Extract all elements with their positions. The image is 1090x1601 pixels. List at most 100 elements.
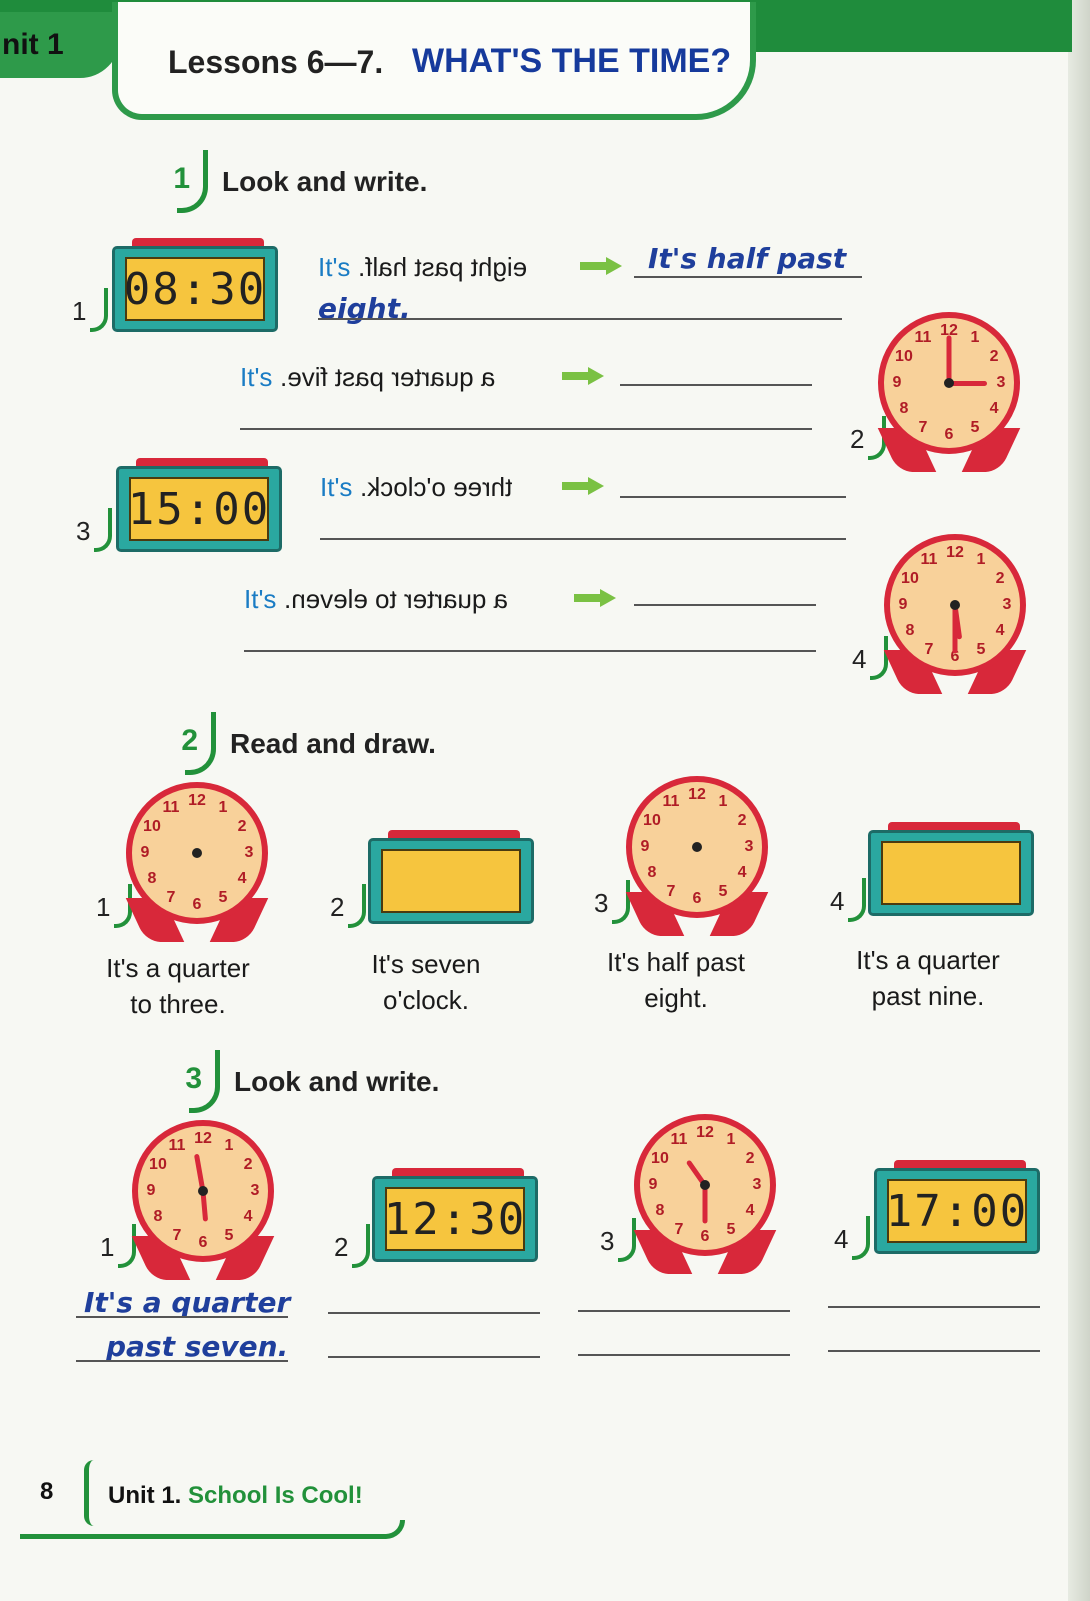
bracket-hook-icon xyxy=(848,878,866,922)
answer-line xyxy=(578,1354,790,1356)
clock-screen: 08:30 xyxy=(123,257,267,321)
analog-clock: 12 1 2 3 4 5 6 7 8 9 10 11 xyxy=(880,534,1030,694)
clock-center-pin xyxy=(944,378,954,388)
clock-hand xyxy=(949,381,987,386)
clock-numeral: 5 xyxy=(218,889,228,907)
exercise-instruction: Look and write. xyxy=(222,166,428,197)
clock-body: 17:00 xyxy=(874,1168,1040,1254)
answer-line xyxy=(620,496,846,498)
clock-numeral: 7 xyxy=(918,419,928,437)
analog-clock: 12 1 2 3 4 5 6 7 8 9 10 11 xyxy=(622,776,772,936)
clock-display: 08:30 xyxy=(123,263,267,315)
clock-numeral: 3 xyxy=(752,1176,762,1193)
arrow-icon xyxy=(562,477,606,495)
bracket-hook-icon xyxy=(189,1050,220,1113)
answer-line xyxy=(634,604,816,606)
analog-clock: 12 1 2 3 4 5 6 7 8 9 10 11 xyxy=(630,1114,780,1274)
answer-line xyxy=(328,1312,540,1314)
digital-clock-blank xyxy=(868,822,1040,916)
exercise-number: 3 xyxy=(162,1050,220,1113)
written-answer: It's half past xyxy=(648,242,847,275)
ex1-prompt-1: It's eight past half. xyxy=(318,252,527,283)
ex1-prompt-2: It's a quarter past five. xyxy=(240,362,495,393)
clock-numeral: 6 xyxy=(198,1234,208,1251)
written-answer: It's a quarter xyxy=(84,1286,291,1319)
clock-numeral: 8 xyxy=(153,1208,163,1225)
clock-body xyxy=(868,830,1034,916)
answer-line xyxy=(320,538,846,540)
clock-numeral: 1 xyxy=(726,1130,736,1148)
clock-center-pin xyxy=(192,848,202,858)
clock-numeral: 8 xyxy=(647,864,657,881)
clock-numeral: 1 xyxy=(718,792,728,810)
item-number-text: 1 xyxy=(72,296,87,326)
footer-unit: Unit 1. School Is Cool! xyxy=(108,1482,363,1510)
clock-numeral: 3 xyxy=(244,844,254,861)
clock-numeral: 9 xyxy=(892,374,902,391)
answer-line xyxy=(76,1316,288,1318)
exercise-1-heading: 1 Look and write. xyxy=(150,150,428,213)
clock-screen xyxy=(381,849,521,913)
clock-numeral: 2 xyxy=(995,570,1005,587)
item-number: 4 xyxy=(826,878,866,922)
clock-numeral: 8 xyxy=(899,400,909,417)
analog-clock: 12 1 2 3 4 5 6 7 8 9 10 11 xyxy=(122,782,272,942)
footer-unit-title: School Is Cool! xyxy=(188,1482,363,1509)
clock-face: 12 1 2 3 4 5 6 7 8 9 10 11 xyxy=(126,782,268,924)
item-number: 1 xyxy=(68,288,108,332)
clock-numeral: 11 xyxy=(920,550,938,568)
clock-numeral: 7 xyxy=(166,889,176,907)
its-word: It's xyxy=(240,362,273,392)
clock-numeral: 6 xyxy=(944,426,954,443)
clock-numeral: 7 xyxy=(924,641,934,659)
caption: It's seven o'clock. xyxy=(326,946,526,1018)
clock-numeral: 11 xyxy=(168,1136,186,1154)
clock-center-pin xyxy=(198,1186,208,1196)
page-edge xyxy=(1068,0,1090,1601)
caption: It's a quarter to three. xyxy=(78,950,278,1022)
caption-line: It's a quarter xyxy=(106,953,250,983)
clock-numeral: 12 xyxy=(194,1130,212,1147)
clock-hand xyxy=(702,1185,708,1224)
clock-face: 12 1 2 3 4 5 6 7 8 9 10 11 xyxy=(634,1114,776,1256)
answer-line xyxy=(828,1350,1040,1352)
arrow-icon xyxy=(562,367,606,385)
clock-numeral: 3 xyxy=(1002,596,1012,613)
clock-display: 15:00 xyxy=(127,483,271,535)
clock-numeral: 7 xyxy=(674,1221,684,1239)
clock-numeral: 2 xyxy=(737,812,747,829)
lessons-label: Lessons 6—7. xyxy=(168,44,384,80)
exercise-instruction: Look and write. xyxy=(234,1066,440,1097)
clock-numeral: 12 xyxy=(188,792,206,809)
clock-numeral: 6 xyxy=(192,896,202,913)
clock-numeral: 10 xyxy=(895,348,913,365)
clock-screen: 15:00 xyxy=(127,477,271,541)
clock-numeral: 2 xyxy=(237,818,247,835)
clock-numeral: 4 xyxy=(237,870,247,887)
clock-display: 17:00 xyxy=(885,1185,1029,1237)
mirrored-text: a quarter to eleven. xyxy=(283,584,508,614)
clock-numeral: 5 xyxy=(976,641,986,659)
item-number-text: 3 xyxy=(76,516,91,546)
clock-numeral: 6 xyxy=(700,1228,710,1245)
clock-numeral: 2 xyxy=(243,1156,253,1173)
exercise-number: 1 xyxy=(150,150,208,213)
bracket-hook-icon xyxy=(90,288,108,332)
clock-numeral: 4 xyxy=(995,622,1005,639)
mirrored-text: a quarter past five. xyxy=(279,362,495,392)
page-title: WHAT'S THE TIME? xyxy=(412,42,732,80)
clock-numeral: 10 xyxy=(149,1156,167,1173)
bracket-hook-icon xyxy=(348,884,366,928)
item-number: 2 xyxy=(326,884,366,928)
caption-line: past nine. xyxy=(871,981,985,1011)
item-number: 2 xyxy=(330,1224,370,1268)
analog-clock: 12 1 2 3 4 5 6 7 8 9 10 11 xyxy=(874,312,1024,472)
clock-numeral: 1 xyxy=(218,798,228,816)
item-number-text: 1 xyxy=(100,1232,115,1262)
item-number-text: 2 xyxy=(850,424,865,454)
clock-numeral: 5 xyxy=(224,1227,234,1245)
clock-numeral: 10 xyxy=(143,818,161,835)
caption-line: It's half past xyxy=(607,947,745,977)
clock-numeral: 2 xyxy=(745,1150,755,1167)
item-number-text: 3 xyxy=(600,1226,615,1256)
